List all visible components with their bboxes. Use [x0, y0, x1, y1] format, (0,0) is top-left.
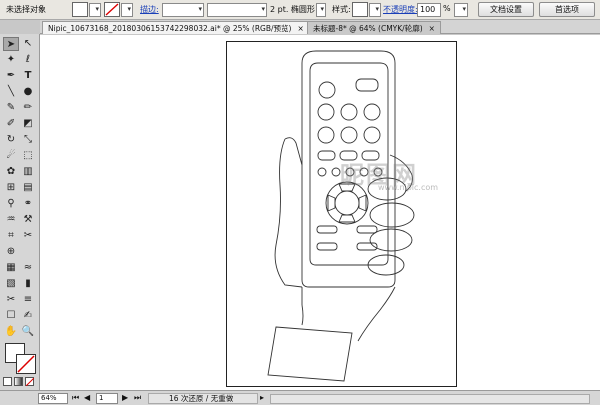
opacity-field[interactable]: 100	[417, 3, 441, 17]
horizontal-scrollbar[interactable]	[270, 394, 590, 404]
eyedropper-tool-icon[interactable]: ⚲	[3, 197, 19, 211]
direct-selection-tool-icon[interactable]: ↖	[20, 37, 36, 51]
none-slash-icon	[105, 3, 119, 16]
none-mode-icon[interactable]	[25, 377, 35, 387]
zoom-field[interactable]: 64%	[38, 393, 68, 404]
pen-tool-icon[interactable]: ✒	[3, 69, 19, 83]
stroke-weight-field[interactable]: ▾	[162, 3, 204, 17]
arrange-dropdown[interactable]: ▾	[454, 3, 468, 17]
pencil-tool-icon[interactable]: ✏	[20, 101, 36, 115]
zoom-tool-icon[interactable]: 🔍	[20, 325, 36, 339]
scissors-tool-icon[interactable]: ✂	[3, 293, 19, 307]
paintbrush-tool-icon[interactable]: ✎	[3, 101, 19, 115]
symbol-sprayer-tool-icon[interactable]: ✿	[3, 165, 19, 179]
document-tabs: Nipic_10673168_20180306153742298032.ai* …	[40, 20, 600, 34]
tab-label: 未标题-8* @ 64% (CMYK/轮廓)	[313, 24, 423, 33]
lasso-tool-icon[interactable]: ℓ	[20, 53, 36, 67]
brush-dropdown[interactable]: ▾	[316, 3, 326, 17]
style-dropdown[interactable]: ▾	[369, 3, 381, 17]
tab-label: Nipic_10673168_20180306153742298032.ai* …	[48, 24, 292, 33]
stroke-color-box[interactable]	[16, 354, 36, 374]
magic-wand-tool-icon[interactable]: ✦	[3, 53, 19, 67]
blend-tool-icon[interactable]: ⚭	[20, 197, 36, 211]
history-status[interactable]: 16 次还原 / 无重做	[148, 393, 258, 404]
chevron-down-icon: ▾	[375, 5, 379, 13]
none-slash-icon	[17, 355, 35, 373]
symbol-tool-icon[interactable]: ≈	[20, 261, 36, 275]
chevron-down-icon: ▾	[127, 5, 131, 13]
ellipse-tool-icon[interactable]: ●	[20, 85, 36, 99]
gradient-tool-icon[interactable]: ▤	[20, 181, 36, 195]
fill-dropdown[interactable]: ▾	[89, 3, 101, 17]
chevron-down-icon: ▾	[462, 5, 466, 13]
free-transform-tool-icon[interactable]: ⬚	[20, 149, 36, 163]
canvas[interactable]: 昵图网 www.nipic.com	[40, 35, 600, 390]
next-page-icon[interactable]: ▶	[122, 393, 128, 404]
close-icon[interactable]: ×	[297, 24, 303, 33]
warp-tool-icon[interactable]: ☄	[3, 149, 19, 163]
tab-nipic-document[interactable]: Nipic_10673168_20180306153742298032.ai* …	[42, 21, 310, 34]
chevron-down-icon: ▾	[261, 5, 265, 13]
opacity-unit: %	[443, 4, 451, 13]
stacked-tool-icon[interactable]: ▧	[3, 277, 19, 291]
blob-brush-tool-icon[interactable]: ✐	[3, 117, 19, 131]
chevron-down-icon: ▾	[320, 5, 324, 13]
column-graph-tool-icon[interactable]: ▮	[20, 277, 36, 291]
document-settings-button[interactable]: 文档设置	[478, 2, 534, 17]
prev-page-icon[interactable]: ◀	[84, 393, 90, 404]
scale-tool-icon[interactable]: ⤡	[20, 133, 36, 147]
stroke-swatch[interactable]	[104, 2, 120, 17]
type-tool-icon[interactable]: T	[20, 69, 36, 83]
artboard-tool-icon[interactable]: ☐	[3, 309, 19, 323]
line-tool-icon[interactable]: ╲	[3, 85, 19, 99]
hand-tool-icon[interactable]: ✋	[3, 325, 19, 339]
opacity-label[interactable]: 不透明度:	[383, 4, 418, 15]
brush-definition[interactable]: 2 pt. 椭圆形	[270, 4, 315, 15]
eraser-tool-icon[interactable]: ◩	[20, 117, 36, 131]
status-menu-arrow-icon[interactable]: ▸	[260, 393, 264, 404]
first-page-icon[interactable]: ⏮	[72, 393, 79, 404]
graph-tool-icon[interactable]: ▥	[20, 165, 36, 179]
gradient-mode-icon[interactable]	[14, 377, 23, 386]
rotate-tool-icon[interactable]: ↻	[3, 133, 19, 147]
stroke-dropdown[interactable]: ▾	[121, 3, 133, 17]
status-bar: 64% ⏮ ◀ 1 ▶ ⏭ 16 次还原 / 无重做 ▸	[0, 390, 600, 405]
color-mode-icon[interactable]	[3, 377, 12, 386]
close-icon[interactable]: ×	[429, 24, 435, 33]
preferences-button[interactable]: 首选项	[539, 2, 595, 17]
selection-tool-icon[interactable]: ➤	[3, 37, 19, 51]
selection-status: 未选择对象	[6, 5, 46, 14]
watermark-url: www.nipic.com	[378, 183, 439, 192]
stroke-label[interactable]: 描边:	[140, 4, 159, 15]
control-bar: 未选择对象 ▾ ▾ 描边: ▾ ▾ 2 pt. 椭圆形 ▾ 样式: ▾ 不透明度…	[0, 0, 600, 20]
crop-tool-icon[interactable]: ⌗	[3, 229, 19, 243]
tab-untitled-8[interactable]: 未标题-8* @ 64% (CMYK/轮廓) ×	[307, 21, 441, 34]
opacity-value: 100	[420, 5, 436, 14]
graph-column-tool-icon[interactable]: ▦	[3, 261, 19, 275]
globe-icon[interactable]: ⊕	[3, 245, 19, 259]
zoom-value: 64%	[41, 394, 57, 402]
live-paint-selection-tool-icon[interactable]: ⚒	[20, 213, 36, 227]
tools-panel: ➤ ↖ ✦ ℓ ✒ T ╲ ● ✎ ✏ ✐ ◩ ↻ ⤡ ☄ ⬚ ✿ ▥ ⊞ ▤ …	[0, 34, 40, 405]
fill-swatch[interactable]	[72, 2, 88, 17]
remote-hand-artwork[interactable]	[40, 35, 600, 390]
page-field[interactable]: 1	[96, 393, 118, 404]
slice-tool-icon[interactable]: ✂	[20, 229, 36, 243]
none-slash-icon	[25, 377, 35, 387]
history-label: 16 次还原 / 无重做	[169, 394, 234, 403]
style-label: 样式:	[332, 5, 351, 14]
brush-tool-icon[interactable]: ✍	[20, 309, 36, 323]
chevron-down-icon: ▾	[95, 5, 99, 13]
live-paint-tool-icon[interactable]: ♒	[3, 213, 19, 227]
page-number: 1	[99, 394, 104, 402]
knife-tool-icon[interactable]: ≡	[20, 293, 36, 307]
chevron-down-icon: ▾	[198, 5, 202, 13]
last-page-icon[interactable]: ⏭	[134, 393, 141, 404]
variable-width-profile[interactable]: ▾	[207, 3, 267, 17]
style-swatch[interactable]	[352, 2, 368, 17]
mesh-tool-icon[interactable]: ⊞	[3, 181, 19, 195]
